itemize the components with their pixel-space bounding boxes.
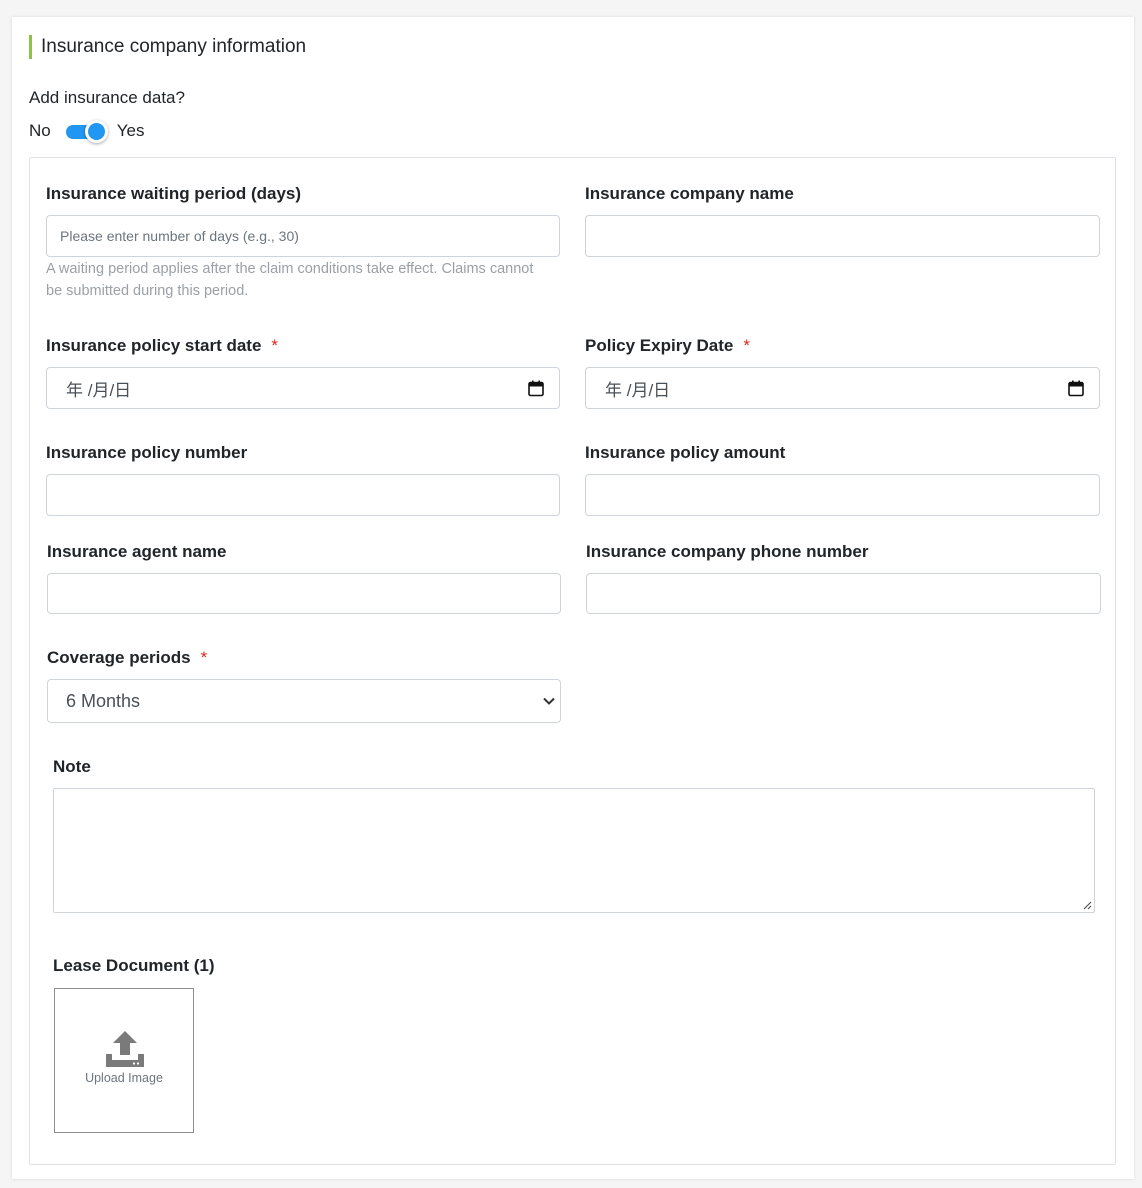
- insurance-toggle-row: No Yes: [29, 120, 145, 143]
- start-date-input[interactable]: 年 /月/日: [46, 367, 560, 409]
- calendar-icon[interactable]: [1068, 380, 1084, 397]
- expiry-date-input[interactable]: 年 /月/日: [585, 367, 1100, 409]
- section-title: Insurance company information: [29, 35, 306, 59]
- toggle-on-label: Yes: [116, 121, 145, 140]
- coverage-label-text: Coverage periods: [47, 648, 191, 667]
- company-name-label: Insurance company name: [585, 184, 794, 203]
- lease-document-label: Lease Document (1): [53, 956, 215, 975]
- company-name-input[interactable]: [585, 215, 1100, 257]
- policy-number-label: Insurance policy number: [46, 443, 248, 462]
- agent-name-label: Insurance agent name: [47, 542, 227, 561]
- chevron-down-icon: [543, 697, 555, 705]
- agent-name-input[interactable]: [47, 573, 561, 614]
- date-format-text: 年 /月/日: [605, 380, 671, 400]
- waiting-period-help: A waiting period applies after the claim…: [46, 261, 534, 299]
- resize-grip-icon[interactable]: [1082, 900, 1092, 910]
- start-date-label-text: Insurance policy start date: [46, 336, 262, 355]
- upload-image-button[interactable]: Upload Image: [54, 988, 194, 1133]
- upload-icon: [106, 1031, 144, 1067]
- coverage-select[interactable]: 6 Months: [47, 679, 561, 723]
- expiry-date-label: Policy Expiry Date *: [585, 336, 750, 356]
- note-textarea[interactable]: [53, 788, 1095, 913]
- waiting-period-input[interactable]: [46, 215, 560, 257]
- expiry-date-label-text: Policy Expiry Date: [585, 336, 734, 355]
- toggle-knob: [84, 120, 108, 143]
- coverage-selected-value: 6 Months: [66, 690, 141, 711]
- insurance-card: Insurance company information Add insura…: [12, 17, 1134, 1179]
- note-label: Note: [53, 757, 91, 776]
- insurance-form-panel: Insurance waiting period (days) A waitin…: [29, 157, 1116, 1165]
- coverage-label: Coverage periods *: [47, 648, 207, 668]
- policy-amount-input[interactable]: [585, 474, 1100, 516]
- company-phone-label: Insurance company phone number: [586, 542, 869, 561]
- policy-amount-label: Insurance policy amount: [585, 443, 786, 462]
- waiting-period-label: Insurance waiting period (days): [46, 184, 302, 203]
- add-insurance-question: Add insurance data?: [29, 88, 185, 107]
- start-date-label: Insurance policy start date *: [46, 336, 278, 356]
- required-mark: *: [271, 336, 279, 355]
- required-mark: *: [743, 336, 750, 355]
- date-format-text: 年 /月/日: [66, 380, 132, 400]
- upload-image-label: Upload Image: [85, 1071, 163, 1085]
- add-insurance-toggle[interactable]: [65, 120, 108, 143]
- calendar-icon[interactable]: [528, 380, 544, 397]
- policy-number-input[interactable]: [46, 474, 560, 516]
- company-phone-input[interactable]: [586, 573, 1101, 614]
- toggle-off-label: No: [29, 121, 51, 140]
- required-mark: *: [200, 648, 208, 667]
